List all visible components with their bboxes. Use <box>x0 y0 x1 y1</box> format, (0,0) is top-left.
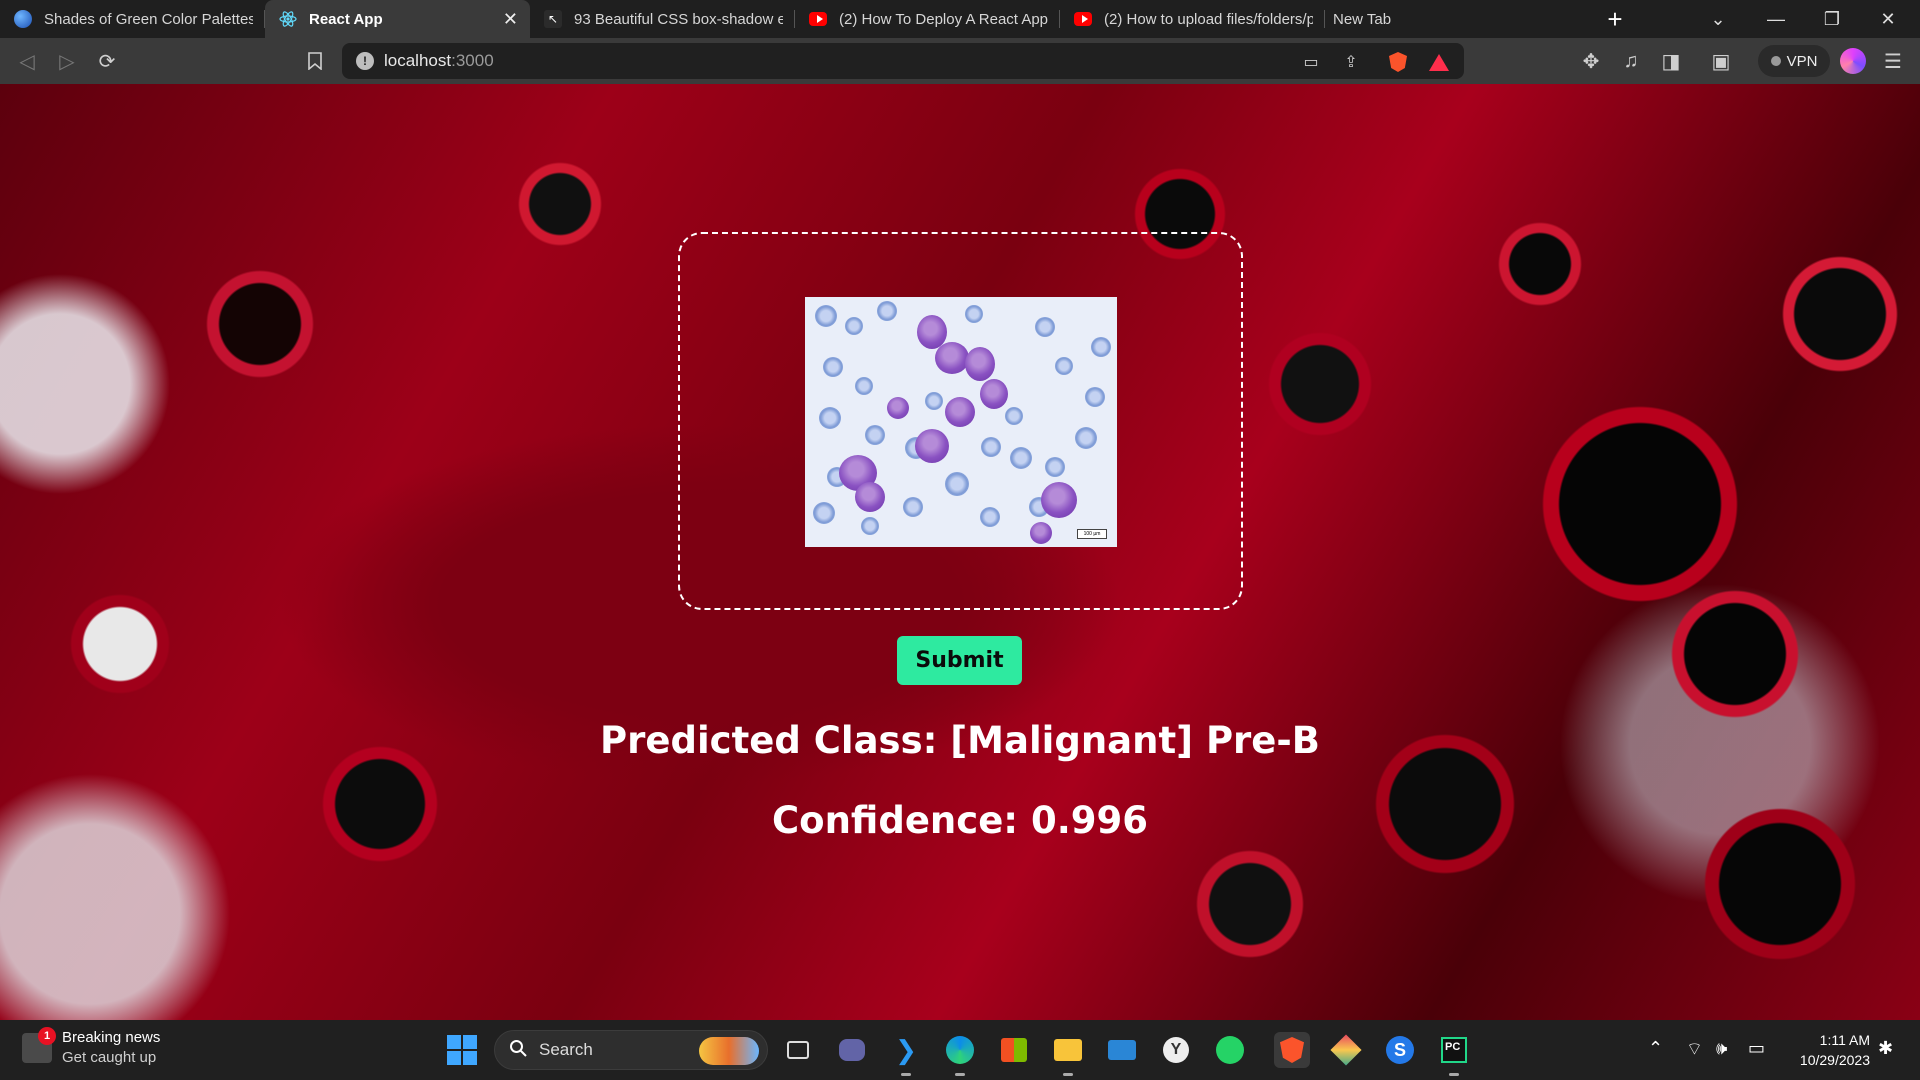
edge-icon[interactable] <box>942 1032 978 1076</box>
tab-upload-files[interactable]: (2) How to upload files/folders/p <box>1060 0 1325 38</box>
tab-title: React App <box>309 10 383 28</box>
search-placeholder: Search <box>539 1040 593 1059</box>
cast-icon[interactable]: ▭ <box>1300 51 1322 73</box>
tab-new-tab[interactable]: New Tab <box>1325 0 1590 38</box>
news-title: Breaking news <box>62 1029 161 1046</box>
browser-toolbar: ◁ ▷ ⟳ ! localhost:3000 ▭ ⇪ ✥ ♫ ◨ ▣ VPN ☰ <box>0 38 1920 84</box>
vscode-icon[interactable]: ❯ <box>888 1032 924 1076</box>
youtube-icon <box>1074 10 1092 28</box>
sidebar-icon[interactable]: ◨ <box>1656 46 1686 76</box>
window-close-icon[interactable]: ✕ <box>1860 0 1916 38</box>
news-subtitle: Get caught up <box>62 1049 157 1066</box>
yandex-browser-icon[interactable]: Y <box>1158 1032 1194 1068</box>
news-icon: 1 <box>22 1027 56 1063</box>
scale-bar: 100 µm <box>1077 529 1107 539</box>
share-icon[interactable]: ⇪ <box>1340 51 1362 73</box>
whatsapp-icon[interactable] <box>1212 1032 1248 1068</box>
brave-rewards-icon[interactable] <box>1428 51 1450 73</box>
new-tab-button[interactable]: + <box>1590 0 1640 38</box>
tab-strip: Shades of Green Color Palettes – React A… <box>0 0 1920 38</box>
show-hidden-icons-chevron-icon[interactable]: ⌃ <box>1648 1038 1663 1059</box>
skype-icon[interactable]: S <box>1382 1032 1418 1068</box>
news-widget[interactable]: 1 Breaking news Get caught up <box>22 1027 161 1068</box>
menu-icon[interactable]: ☰ <box>1878 46 1908 76</box>
file-explorer-icon[interactable] <box>1050 1032 1086 1076</box>
windows-taskbar: 1 Breaking news Get caught up Search ❯ Y… <box>0 1020 1920 1080</box>
system-clock[interactable]: 1:11 AM 10/29/2023 <box>1780 1030 1870 1070</box>
tab-deploy-react[interactable]: (2) How To Deploy A React App T <box>795 0 1060 38</box>
volume-icon[interactable]: 🕪 <box>1716 1038 1727 1059</box>
close-icon[interactable]: ✕ <box>503 9 518 30</box>
tab-shades-of-green[interactable]: Shades of Green Color Palettes – <box>0 0 265 38</box>
pycharm-icon[interactable]: PC <box>1436 1032 1472 1076</box>
address-bar[interactable]: ! localhost:3000 ▭ ⇪ <box>342 43 1464 79</box>
youtube-icon <box>809 10 827 28</box>
vpn-status-icon <box>1770 56 1781 66</box>
tab-title: 93 Beautiful CSS box-shadow exa <box>574 10 783 28</box>
site-info-icon[interactable]: ! <box>356 52 374 70</box>
mail-icon[interactable] <box>1104 1032 1140 1068</box>
task-view-icon[interactable] <box>780 1032 816 1068</box>
submit-button[interactable]: Submit <box>897 636 1022 685</box>
wifi-icon[interactable]: ⌔ <box>1686 1038 1703 1061</box>
search-highlight-art <box>699 1037 759 1065</box>
notification-badge: 1 <box>38 1027 56 1045</box>
page-viewport: 100 µm Submit Predicted Class: [Malignan… <box>0 84 1920 1020</box>
tab-react-app[interactable]: React App ✕ <box>265 0 530 38</box>
globe-icon <box>14 10 32 28</box>
brave-taskbar-icon[interactable] <box>1274 1032 1310 1068</box>
brave-shields-icon[interactable] <box>1387 51 1409 73</box>
media-icon[interactable]: ♫ <box>1616 46 1646 76</box>
notifications-icon[interactable]: ✱ <box>1878 1038 1893 1059</box>
wallet-icon[interactable]: ▣ <box>1706 46 1736 76</box>
bookmark-icon[interactable] <box>300 46 330 76</box>
extensions-icon[interactable]: ✥ <box>1576 46 1606 76</box>
tab-title: Shades of Green Color Palettes – <box>44 10 253 28</box>
taskbar-search[interactable]: Search <box>494 1030 768 1070</box>
address-url: localhost:3000 <box>384 51 494 70</box>
clock-date: 10/29/2023 <box>1799 1052 1870 1068</box>
tab-css-box-shadow[interactable]: ↖ 93 Beautiful CSS box-shadow exa <box>530 0 795 38</box>
react-icon <box>279 10 297 28</box>
start-button[interactable] <box>447 1035 477 1065</box>
tab-title: (2) How To Deploy A React App T <box>839 10 1048 28</box>
restore-icon[interactable]: ❐ <box>1804 0 1860 38</box>
forward-icon[interactable]: ▷ <box>52 46 82 76</box>
vpn-button[interactable]: VPN <box>1758 45 1830 77</box>
back-icon[interactable]: ◁ <box>12 46 42 76</box>
tab-title: (2) How to upload files/folders/p <box>1104 10 1313 28</box>
search-icon <box>509 1039 527 1062</box>
git-client-icon[interactable] <box>1328 1032 1364 1068</box>
confidence-text: Confidence: 0.996 <box>772 799 1148 842</box>
tab-search-chevron-icon[interactable]: ⌄ <box>1690 0 1746 38</box>
teams-chat-icon[interactable] <box>834 1032 870 1068</box>
battery-icon[interactable]: ▭ <box>1748 1038 1765 1059</box>
image-drop-zone[interactable]: 100 µm <box>678 232 1243 610</box>
tab-title: New Tab <box>1333 10 1392 28</box>
microsoft-store-icon[interactable] <box>996 1032 1032 1068</box>
uploaded-image-preview: 100 µm <box>805 297 1117 547</box>
predicted-class-text: Predicted Class: [Malignant] Pre-B <box>600 719 1320 762</box>
minimize-icon[interactable]: — <box>1748 0 1804 38</box>
profile-avatar[interactable] <box>1840 48 1866 74</box>
clock-time: 1:11 AM <box>1819 1032 1870 1048</box>
cursor-icon: ↖ <box>544 10 562 28</box>
vpn-label: VPN <box>1786 52 1818 70</box>
reload-icon[interactable]: ⟳ <box>92 46 122 76</box>
